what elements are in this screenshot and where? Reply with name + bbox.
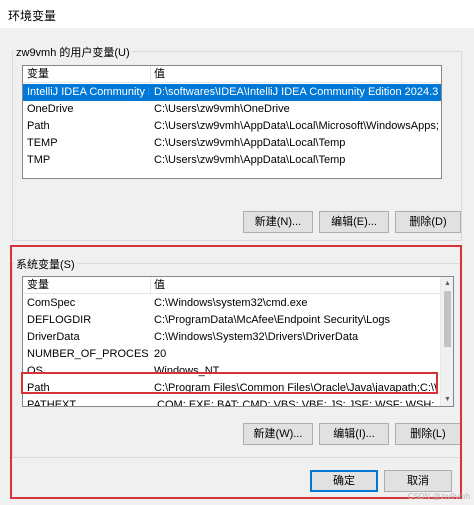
var-name: OneDrive <box>27 103 74 115</box>
var-name: ComSpec <box>27 297 76 309</box>
table-row[interactable]: Path C:\Users\zw9vmh\AppData\Local\Micro… <box>23 118 441 135</box>
var-value: C:\Windows\system32\cmd.exe <box>154 297 308 309</box>
var-value: C:\Users\zw9vmh\AppData\Local\Temp <box>154 154 346 166</box>
user-vars-group-label: zw9vmh 的用户变量(U) <box>14 44 132 60</box>
table-row[interactable]: ComSpec C:\Windows\system32\cmd.exe <box>23 295 439 312</box>
user-edit-button[interactable]: 编辑(E)... <box>319 211 389 233</box>
column-header-value[interactable]: 值 <box>150 66 440 83</box>
var-name: Path <box>27 382 50 394</box>
scroll-up-icon[interactable]: ▲ <box>441 277 453 290</box>
system-edit-button[interactable]: 编辑(I)... <box>319 423 389 445</box>
column-header-value[interactable]: 值 <box>150 277 440 294</box>
table-row[interactable]: TMP C:\Users\zw9vmh\AppData\Local\Temp <box>23 152 441 169</box>
ok-button[interactable]: 确定 <box>310 470 378 492</box>
var-value: Windows_NT <box>154 365 220 377</box>
user-vars-list[interactable]: 变量 值 IntelliJ IDEA Community E... D:\sof… <box>22 65 442 179</box>
table-row[interactable]: OneDrive C:\Users\zw9vmh\OneDrive <box>23 101 441 118</box>
table-row[interactable]: OS Windows_NT <box>23 363 439 380</box>
watermark: CSDN @zw9vmh <box>407 492 470 501</box>
var-value: C:\Program Files\Common Files\Oracle\Jav… <box>154 382 437 394</box>
user-delete-button[interactable]: 删除(D) <box>395 211 461 233</box>
var-value: C:\ProgramData\McAfee\Endpoint Security\… <box>154 314 391 326</box>
var-value: C:\Users\zw9vmh\AppData\Local\Microsoft\… <box>154 120 439 132</box>
title-bar: 环境变量 <box>0 0 474 28</box>
var-name: Path <box>27 120 50 132</box>
column-header-variable[interactable]: 变量 <box>23 66 153 83</box>
table-row[interactable]: DEFLOGDIR C:\ProgramData\McAfee\Endpoint… <box>23 312 439 329</box>
user-vars-list-header: 变量 值 <box>23 66 441 83</box>
system-new-button[interactable]: 新建(W)... <box>243 423 313 445</box>
system-vars-list-header: 变量 值 <box>23 277 453 294</box>
var-value: 20 <box>154 348 167 360</box>
table-row[interactable]: TEMP C:\Users\zw9vmh\AppData\Local\Temp <box>23 135 441 152</box>
var-name: TEMP <box>27 137 58 149</box>
var-value: C:\Windows\System32\Drivers\DriverData <box>154 331 359 343</box>
var-name: PATHEXT <box>27 399 77 407</box>
var-value: C:\Users\zw9vmh\OneDrive <box>154 103 290 115</box>
user-new-button[interactable]: 新建(N)... <box>243 211 313 233</box>
var-value: C:\Users\zw9vmh\AppData\Local\Temp <box>154 137 346 149</box>
var-name: OS <box>27 365 43 377</box>
table-row[interactable]: NUMBER_OF_PROCESSORS 20 <box>23 346 439 363</box>
system-vars-rows: ComSpec C:\Windows\system32\cmd.exe DEFL… <box>23 295 439 407</box>
window-title: 环境变量 <box>8 9 57 23</box>
user-vars-rows: IntelliJ IDEA Community E... D:\software… <box>23 84 441 169</box>
system-delete-button[interactable]: 删除(L) <box>395 423 461 445</box>
cancel-button[interactable]: 取消 <box>384 470 452 492</box>
system-vars-list[interactable]: 变量 值 ComSpec C:\Windows\system32\cmd.exe… <box>22 276 454 407</box>
column-header-variable[interactable]: 变量 <box>23 277 153 294</box>
var-name: DEFLOGDIR <box>27 314 92 326</box>
var-name: NUMBER_OF_PROCESSORS <box>27 348 149 360</box>
table-row-path[interactable]: Path C:\Program Files\Common Files\Oracl… <box>23 380 439 397</box>
var-name: DriverData <box>27 331 80 343</box>
var-value: .COM;.EXE;.BAT;.CMD;.VBS;.VBE;.JS;.JSE;.… <box>154 399 437 407</box>
var-name: IntelliJ IDEA Community E... <box>27 86 149 98</box>
var-value: D:\softwares\IDEA\IntelliJ IDEA Communit… <box>154 86 439 98</box>
vertical-scrollbar[interactable]: ▲ ▼ <box>440 277 453 406</box>
table-row[interactable]: IntelliJ IDEA Community E... D:\software… <box>23 84 441 101</box>
table-row[interactable]: PATHEXT .COM;.EXE;.BAT;.CMD;.VBS;.VBE;.J… <box>23 397 439 407</box>
scroll-thumb[interactable] <box>444 291 451 347</box>
table-row[interactable]: DriverData C:\Windows\System32\Drivers\D… <box>23 329 439 346</box>
var-name: TMP <box>27 154 51 166</box>
scroll-down-icon[interactable]: ▼ <box>441 393 453 406</box>
system-vars-group-label: 系统变量(S) <box>14 256 77 272</box>
